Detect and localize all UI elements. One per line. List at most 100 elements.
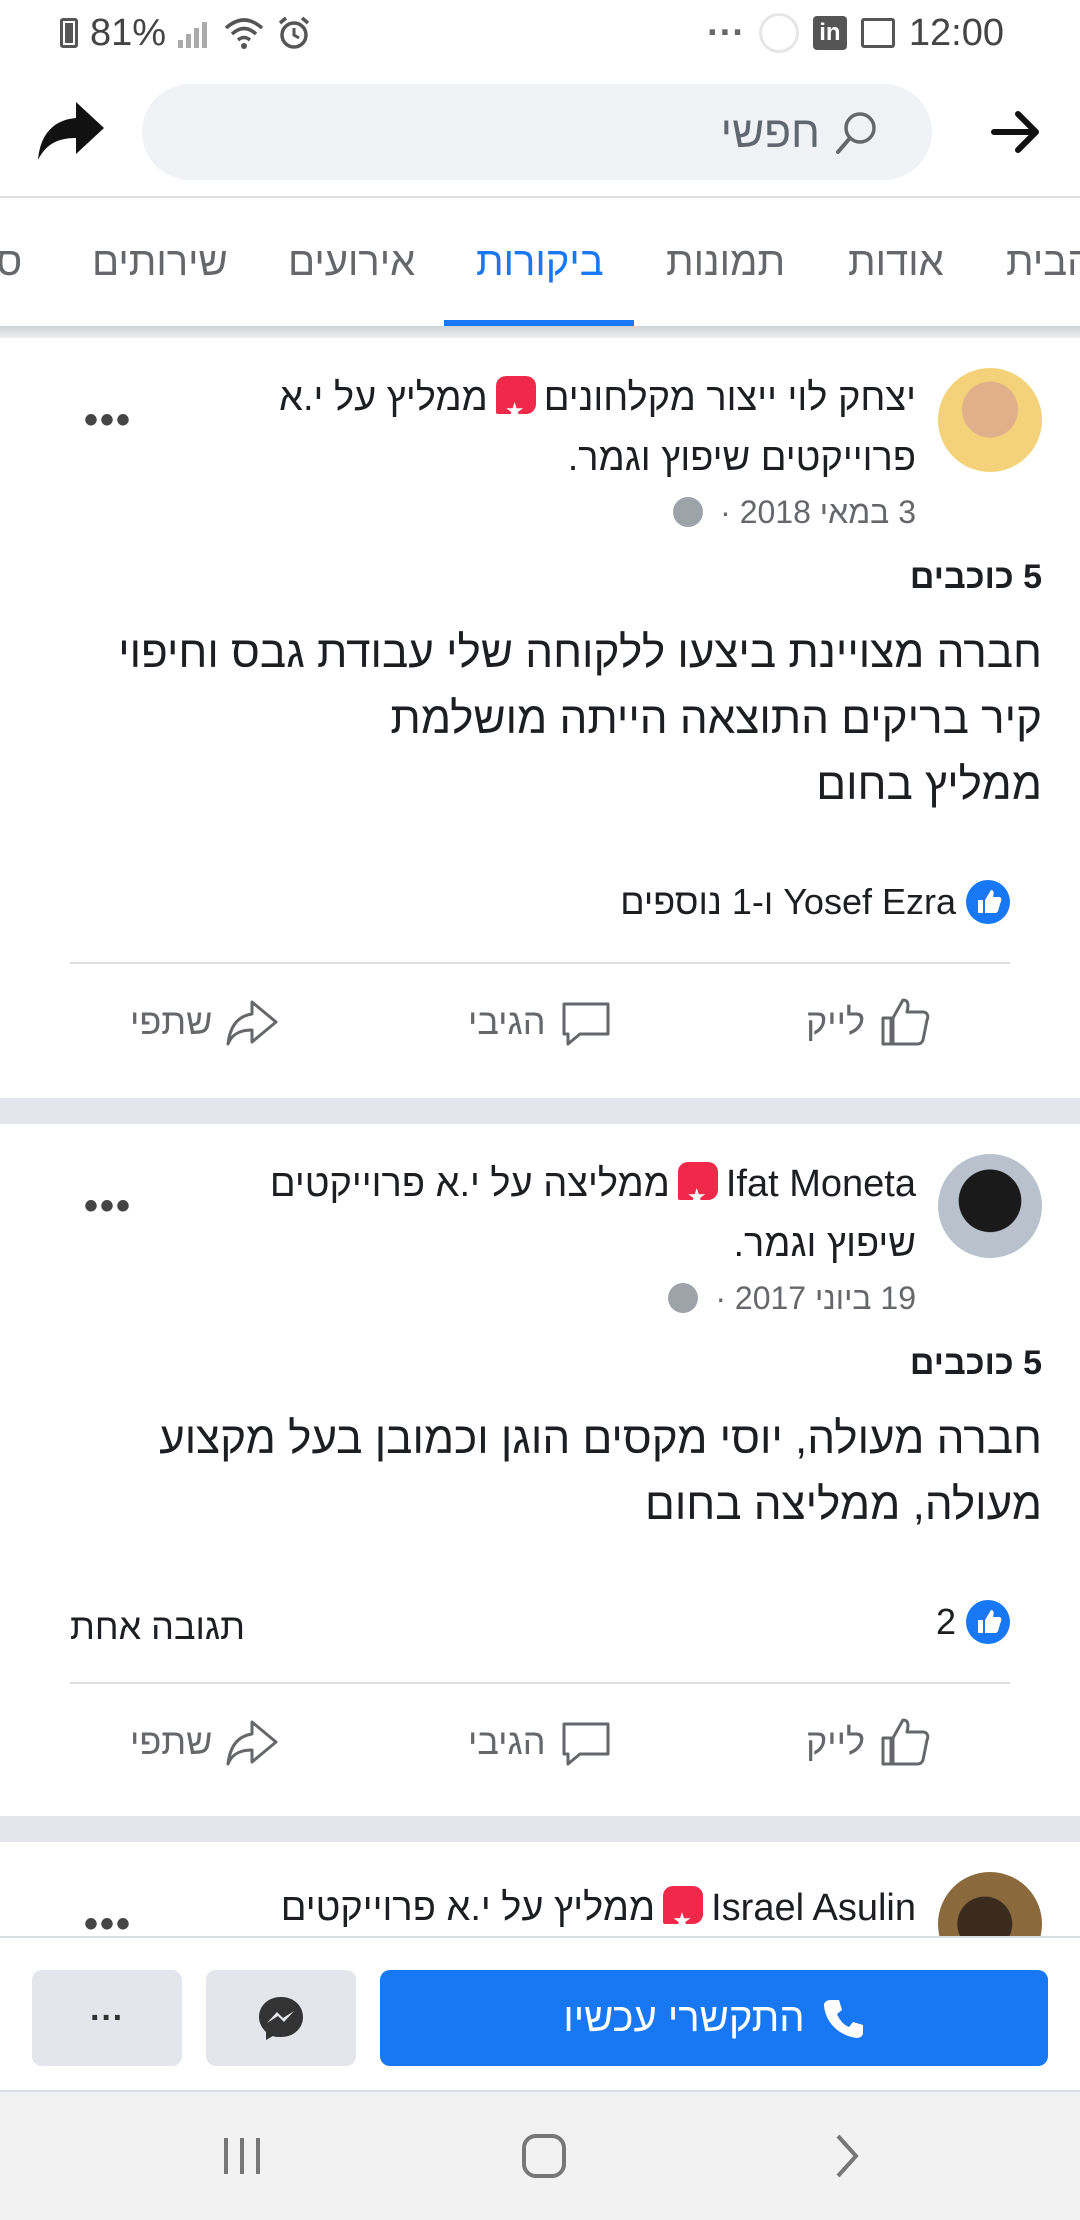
review-body: חברה מצויינת ביצעו ללקוחה שלי עבודת גבס …	[42, 620, 1042, 818]
share-button[interactable]: שתפי	[130, 1714, 280, 1770]
recommend-text: ממליץ על י.א	[279, 377, 488, 419]
comment-icon	[562, 1722, 610, 1766]
review-author[interactable]: Israel Asulin	[711, 1887, 916, 1929]
comment-icon	[562, 1002, 610, 1046]
review-separator	[0, 1816, 1080, 1842]
avatar[interactable]	[938, 368, 1042, 472]
recommend-icon	[663, 1886, 704, 1936]
share-icon	[226, 1720, 278, 1766]
system-nav-bar	[0, 2092, 1080, 2220]
avatar[interactable]	[938, 1872, 1042, 1936]
back-icon[interactable]	[816, 2128, 876, 2184]
call-now-label: התקשרי עכשיו	[563, 1995, 805, 2040]
more-button[interactable]: ···	[32, 1970, 182, 2066]
more-notifications-dots: ···	[706, 11, 745, 54]
wifi-icon	[224, 18, 264, 49]
clock: 12:00	[908, 11, 1004, 54]
reactions-text: Yosef Ezra ו-1 נוספים	[620, 881, 956, 922]
back-arrow-icon[interactable]	[990, 106, 1042, 158]
status-bar: 81% ··· in 12:00	[0, 0, 1080, 66]
status-right: ··· in 12:00	[707, 8, 1004, 58]
review-date-text: 19 ביוני 2017 ·	[715, 1280, 916, 1316]
comment-label: הגיבי	[468, 1001, 546, 1042]
review-body-line: מעולה, ממליצה בחום	[644, 1480, 1042, 1529]
loading-ring-icon	[758, 13, 799, 53]
comment-button[interactable]: הגיבי	[468, 994, 614, 1050]
thumbs-up-icon	[881, 998, 930, 1046]
tab-events[interactable]: אירועים	[288, 240, 415, 285]
avatar[interactable]	[938, 1154, 1042, 1258]
search-placeholder: חפשי	[720, 108, 820, 157]
tab-overflow[interactable]: ס	[0, 240, 22, 285]
globe-icon	[673, 497, 704, 527]
tab-reviews[interactable]: ביקורות	[476, 240, 604, 285]
review-body-line: חברה מצויינת ביצעו ללקוחה שלי עבודת גבס …	[118, 628, 1042, 677]
review-author[interactable]: יצחק לוי ייצור מקלחונים	[544, 377, 916, 419]
image-icon	[860, 18, 895, 48]
like-label: לייק	[806, 1721, 866, 1762]
recommend-icon	[677, 1162, 718, 1227]
share-label: שתפי	[130, 1721, 213, 1762]
review-date: 3 במאי 2018 ·	[673, 494, 916, 531]
share-button[interactable]: שתפי	[130, 994, 280, 1050]
review-card: ••• יצחק לוי ייצור מקלחוניםממליץ על י.א …	[0, 338, 1080, 1098]
more-options-button[interactable]: •••	[84, 1902, 132, 1936]
recent-apps-icon[interactable]	[212, 2128, 272, 2184]
divider	[70, 1682, 1010, 1684]
review-author[interactable]: Ifat Moneta	[726, 1163, 916, 1205]
battery-percent: 81%	[90, 11, 167, 54]
recommend-text: ממליצה על י.א פרוייקטים	[269, 1163, 670, 1205]
globe-icon	[668, 1283, 699, 1313]
review-card: ••• Ifat Moneta ממליצה על י.א פרוייקטים ש…	[0, 1124, 1080, 1816]
status-left: 81%	[60, 8, 312, 58]
review-page-line[interactable]: שיפוץ וגמר.	[733, 1214, 916, 1274]
recommend-text: ממליץ על י.א פרוייקטים	[280, 1887, 656, 1929]
search-input[interactable]: חפשי	[142, 84, 932, 180]
review-header: Ifat Moneta ממליצה על י.א פרוייקטים	[269, 1154, 916, 1227]
rating-text: 5 כוכבים	[909, 1344, 1042, 1382]
bottom-action-bar: התקשרי עכשיו ···	[0, 1936, 1080, 2092]
reactions-count: 2	[935, 1601, 956, 1642]
review-card: ••• Israel Asulin ממליץ על י.א פרוייקטים	[0, 1842, 1080, 1936]
reactions-summary[interactable]: 2	[936, 1600, 1010, 1644]
recommend-icon	[495, 376, 536, 441]
share-arrow-icon[interactable]	[36, 100, 106, 162]
tab-services[interactable]: שירותים	[92, 240, 228, 285]
page-tabs: הבית אודות תמונות ביקורות אירועים שירותי…	[0, 198, 1080, 328]
messenger-button[interactable]	[206, 1970, 356, 2066]
review-page-line[interactable]: פרוייקטים שיפוץ וגמר.	[568, 428, 916, 488]
review-header: Israel Asulin ממליץ על י.א פרוייקטים	[281, 1878, 916, 1936]
comment-button[interactable]: הגיבי	[468, 1714, 614, 1770]
like-label: לייק	[806, 1001, 866, 1042]
more-options-button[interactable]: •••	[84, 398, 132, 443]
like-button[interactable]: לייק	[806, 994, 933, 1050]
review-body: חברה מעולה, יוסי מקסים הוגן וכמובן בעל מ…	[42, 1406, 1042, 1538]
rating-text: 5 כוכבים	[909, 558, 1042, 596]
more-options-button[interactable]: •••	[84, 1184, 132, 1229]
call-now-button[interactable]: התקשרי עכשיו	[380, 1970, 1048, 2066]
like-button[interactable]: לייק	[806, 1714, 933, 1770]
reactions-summary[interactable]: Yosef Ezra ו-1 נוספים	[620, 880, 1010, 924]
search-icon	[836, 112, 876, 154]
messenger-icon	[259, 1997, 303, 2040]
comment-label: הגיבי	[468, 1721, 546, 1762]
battery-icon	[60, 18, 78, 48]
tab-photos[interactable]: תמונות	[666, 240, 785, 285]
linkedin-icon: in	[812, 16, 847, 50]
thumbs-up-icon	[881, 1718, 930, 1766]
divider	[70, 962, 1010, 964]
comments-count[interactable]: תגובה אחת	[70, 1606, 245, 1648]
review-body-line: חברה מעולה, יוסי מקסים הוגן וכמובן בעל מ…	[159, 1414, 1042, 1463]
like-reaction-icon	[966, 880, 1010, 924]
like-reaction-icon	[966, 1600, 1010, 1644]
home-icon[interactable]	[514, 2128, 574, 2184]
review-separator	[0, 1098, 1080, 1124]
top-bar: חפשי	[0, 66, 1080, 198]
share-label: שתפי	[130, 1001, 213, 1042]
signal-icon	[178, 18, 212, 48]
tab-home[interactable]: הבית	[1006, 240, 1080, 285]
phone-icon	[823, 2000, 863, 2038]
review-date: 19 ביוני 2017 ·	[668, 1280, 916, 1317]
review-body-line: ממליץ בחום	[816, 760, 1042, 809]
tab-about[interactable]: אודות	[848, 240, 944, 285]
